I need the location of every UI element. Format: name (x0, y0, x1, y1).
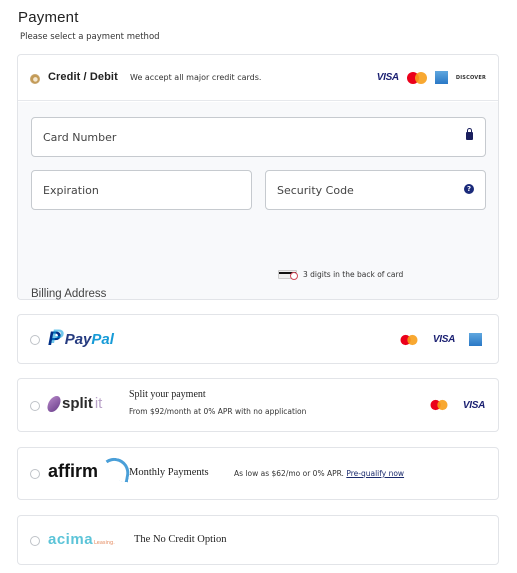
card-back-icon (278, 270, 298, 280)
security-code-field[interactable]: ? (265, 170, 486, 210)
lock-icon (466, 128, 473, 140)
amex-logo-icon (434, 71, 448, 84)
splitit-brand: split (62, 395, 93, 412)
cvv-hint: 3 digits in the back of card (278, 270, 404, 280)
credit-debit-label: Credit / Debit (48, 71, 118, 83)
paypal-text-pay: Pay (64, 331, 92, 348)
acima-brand-suffix: Leasing. (94, 540, 115, 546)
expiration-field[interactable] (31, 170, 252, 210)
splitit-brand-suffix: it (94, 395, 103, 412)
credit-card-form: ? 3 digits in the back of card Billing A… (18, 102, 498, 327)
prequalify-link[interactable]: Pre-qualify now (346, 469, 404, 478)
mastercard-logo-icon (400, 334, 418, 345)
affirm-title: Monthly Payments (129, 467, 209, 478)
affirm-arc-icon (98, 455, 132, 483)
splitit-accepted-logos: VISA (429, 399, 485, 411)
splitit-title: Split your payment (129, 389, 206, 400)
mastercard-logo-icon (406, 71, 427, 84)
security-code-input[interactable] (266, 171, 485, 209)
splitit-logo: split it (46, 395, 103, 412)
credit-debit-header[interactable]: Credit / Debit We accept all major credi… (18, 55, 498, 101)
help-icon[interactable]: ? (464, 184, 474, 194)
paypal-logo: P PayPal (48, 328, 114, 349)
affirm-subtitle: As low as $62/mo or 0% APR. Pre-qualify … (234, 469, 404, 478)
card-number-input[interactable] (32, 118, 485, 156)
affirm-subtitle-text: As low as $62/mo or 0% APR. (234, 469, 344, 478)
page-subtitle: Please select a payment method (20, 32, 160, 42)
affirm-brand: affirm (48, 461, 99, 481)
discover-logo-icon: DISCOVER (455, 74, 486, 81)
cvv-hint-text: 3 digits in the back of card (303, 270, 404, 279)
paypal-mark-icon: P (48, 328, 63, 349)
payment-option-paypal[interactable]: P PayPal VISA (17, 314, 499, 364)
splitit-drop-icon (46, 395, 62, 412)
paypal-radio[interactable] (30, 335, 40, 345)
acima-title: The No Credit Option (134, 534, 227, 545)
paypal-accepted-logos: VISA (399, 333, 482, 346)
amex-logo-icon (469, 333, 482, 346)
payment-option-credit-debit: Credit / Debit We accept all major credi… (17, 54, 499, 327)
acima-radio[interactable] (30, 536, 40, 546)
splitit-subtitle: From $92/month at 0% APR with no applica… (129, 407, 307, 416)
acima-brand: acima (48, 531, 94, 548)
visa-logo-icon: VISA (462, 399, 485, 411)
billing-address-title: Billing Address (31, 288, 107, 300)
splitit-radio[interactable] (30, 401, 40, 411)
visa-logo-icon: VISA (432, 334, 455, 345)
acima-logo: acima Leasing. (48, 531, 115, 548)
page-title: Payment (18, 9, 79, 26)
paypal-text-pal: Pal (91, 331, 114, 348)
card-number-field[interactable] (31, 117, 486, 157)
payment-option-splitit[interactable]: split it Split your payment From $92/mont… (17, 378, 499, 432)
accepted-cards-logos: VISA DISCOVER (377, 71, 486, 84)
payment-option-affirm[interactable]: affirm Monthly Payments As low as $62/mo… (17, 447, 499, 500)
payment-option-acima[interactable]: acima Leasing. The No Credit Option (17, 515, 499, 565)
expiration-input[interactable] (32, 171, 251, 209)
credit-debit-note: We accept all major credit cards. (130, 73, 262, 82)
mastercard-logo-icon (430, 399, 448, 411)
affirm-radio[interactable] (30, 469, 40, 479)
visa-logo-icon: VISA (376, 72, 399, 83)
affirm-logo: affirm (48, 455, 132, 483)
credit-debit-radio[interactable] (30, 74, 40, 84)
